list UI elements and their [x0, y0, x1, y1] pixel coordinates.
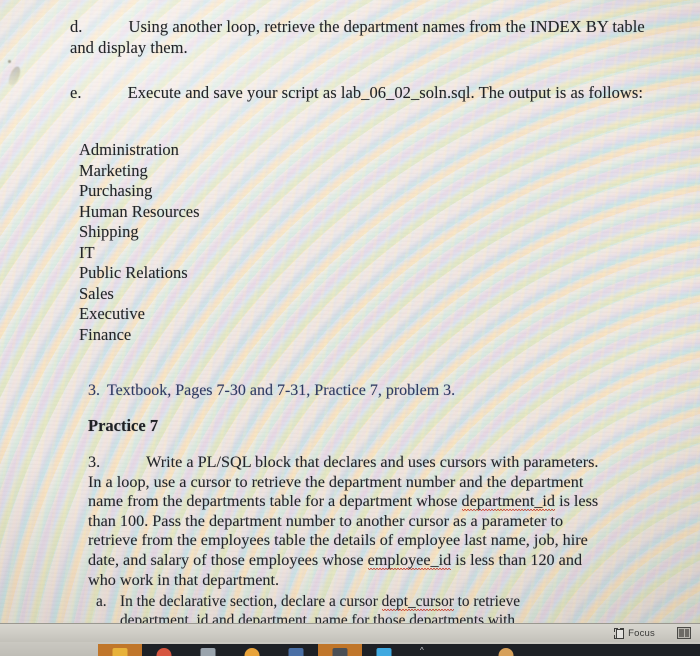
word-status-bar: Focus [0, 623, 700, 642]
focus-mode-button[interactable]: Focus [614, 627, 655, 639]
photo-speck-icon [8, 60, 11, 63]
taskbar-tray-region[interactable] [436, 644, 700, 656]
list-item-e-text: Execute and save your script as lab_06_0… [127, 83, 643, 102]
list-item: Finance [79, 324, 132, 344]
list-item: Sales [79, 283, 114, 303]
reference-number: 3. [88, 382, 100, 399]
list-item-d: d. Using another loop, retrieve the depar… [70, 16, 650, 58]
taskbar-app-cyan-window[interactable] [362, 644, 406, 656]
list-item: Shipping [79, 222, 139, 241]
screen-photo: d. Using another loop, retrieve the depar… [0, 0, 700, 656]
taskbar-app-window-grey[interactable] [186, 644, 230, 656]
sub-item-a-marker: a. [96, 593, 107, 610]
taskbar-app-red-circle[interactable] [142, 644, 186, 656]
tray-overflow-caret-icon[interactable]: ^ [420, 647, 424, 655]
taskbar-app-notes[interactable] [318, 644, 362, 656]
list-item-d-text: Using another loop, retrieve the departm… [70, 17, 645, 57]
sub-item-a-text-part2: to retrieve [453, 593, 521, 610]
list-item-e-marker: e. [70, 83, 82, 102]
multiple-pages-view-icon[interactable] [677, 627, 691, 639]
list-item: Purchasing [79, 181, 153, 200]
taskbar-icon-row [98, 644, 406, 656]
list-item: Human Resources [79, 201, 200, 221]
list-item: Marketing [79, 160, 148, 180]
windows-taskbar[interactable]: ^ [98, 644, 700, 656]
problem-marker: 3. [88, 453, 101, 471]
taskbar-app-blue-glyph[interactable] [274, 644, 318, 656]
taskbar-app-folder[interactable] [98, 644, 142, 656]
tray-avatar[interactable] [498, 648, 514, 656]
spellcheck-term-dept-cursor: dept_cursor [381, 593, 454, 612]
textbook-reference-line: 3. Textbook, Pages 7-30 and 7-31, Practic… [88, 381, 455, 401]
practice-heading: Practice 7 [88, 416, 159, 435]
list-item: Administration [79, 140, 179, 159]
department-output-list: Administration Marketing Purchasing Huma… [79, 140, 200, 345]
focus-mode-label: Focus [628, 627, 655, 639]
practice-problem-paragraph: 3. Write a PL/SQL block that declares and… [88, 453, 600, 590]
document-body: d. Using another loop, retrieve the depar… [0, 0, 700, 629]
taskbar-app-orange-circle[interactable] [230, 644, 274, 656]
spellcheck-term-department-id: department_id [461, 492, 556, 512]
focus-mode-icon [614, 627, 625, 639]
spellcheck-term-employee-id: employee_id [367, 550, 452, 571]
sub-item-a-text-part1: In the declarative section, declare a cu… [120, 593, 382, 610]
list-item: IT [79, 242, 95, 262]
list-item-d-marker: d. [70, 17, 83, 36]
list-item: Public Relations [79, 263, 188, 282]
list-item: Executive [79, 304, 145, 323]
reference-text: Textbook, Pages 7-30 and 7-31, Practice … [107, 382, 456, 399]
list-item-e: e. Execute and save your script as lab_06… [70, 82, 645, 103]
